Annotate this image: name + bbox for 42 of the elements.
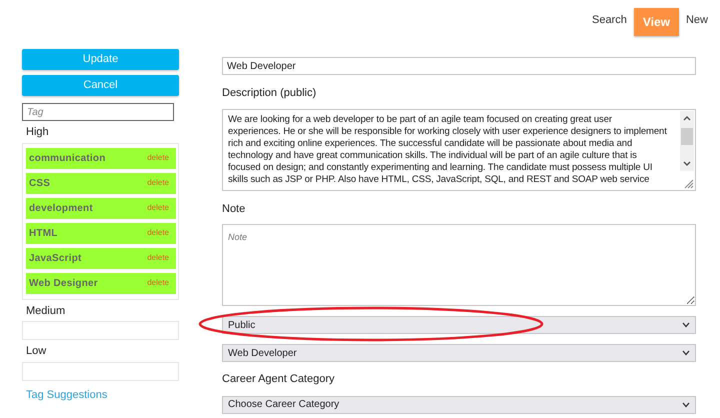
delete-link[interactable]: delete [147, 277, 169, 289]
tag-name: JavaScript [29, 252, 82, 266]
tag-item[interactable]: JavaScript delete [26, 248, 176, 268]
field-label: Description (public) [222, 86, 316, 101]
delete-link[interactable]: delete [147, 152, 169, 164]
tag-item[interactable]: HTML delete [26, 222, 176, 244]
delete-link[interactable]: delete [147, 227, 169, 239]
tag-name: development [29, 202, 93, 216]
tag-name: communication [29, 152, 106, 166]
chevron-icon [682, 322, 690, 328]
title-field[interactable]: Web Developer [222, 57, 696, 75]
update-button[interactable]: Update [22, 49, 179, 70]
group-label: High [26, 125, 49, 140]
scrollbar[interactable] [680, 110, 694, 170]
delete-link[interactable]: delete [147, 252, 169, 264]
nav-tab[interactable]: New [686, 8, 708, 32]
note-field[interactable]: Note [222, 224, 696, 306]
description-text: We are looking for a web developer to be part of an agile team focused on creating great user experiences. He or she will be responsible for working closely with user experience designers to implement rich and exciting online experiences. The successful candidate will be passionate about media and technology and have great communication skills. The individual will be part of an agile culture that is focused on design; and constantly experimenting and learning. The candidate must possess multiple UI skills such as JSP or PHP. Also have HTML, CSS, JavaScript, SQL, and REST and SOAP web service [228, 114, 668, 186]
delete-link[interactable]: delete [147, 202, 169, 214]
group-label: Medium [26, 304, 66, 318]
tag-item[interactable]: development delete [26, 198, 176, 218]
tag-suggestions-link[interactable]: Tag Suggestions [26, 386, 108, 403]
tag-name: Web Designer [29, 276, 98, 290]
chevron-icon [682, 402, 690, 408]
cancel-button[interactable]: Cancel [22, 75, 179, 96]
field-label: Career Agent Category [222, 372, 336, 387]
tag-name: HTML [29, 226, 58, 240]
tag-item[interactable]: communication delete [26, 148, 176, 168]
resize-grip-icon[interactable] [682, 176, 694, 188]
delete-link[interactable]: delete [147, 177, 169, 189]
dropdown-select[interactable]: Web Developer [222, 344, 696, 362]
tag-field[interactable]: Tag [22, 103, 174, 121]
description-field[interactable] [222, 108, 696, 190]
tag-item[interactable]: CSS delete [26, 172, 176, 194]
tag-name: CSS [29, 176, 50, 190]
dropdown-select[interactable]: Choose Career Category [222, 396, 696, 414]
dropdown-select[interactable]: Public [222, 316, 696, 334]
tag-item[interactable]: Web Designer delete [26, 272, 176, 294]
group-label: Low [26, 344, 46, 359]
field-label: Note [222, 202, 246, 216]
chevron-icon [682, 350, 690, 356]
nav-tab[interactable]: Search [592, 8, 627, 32]
